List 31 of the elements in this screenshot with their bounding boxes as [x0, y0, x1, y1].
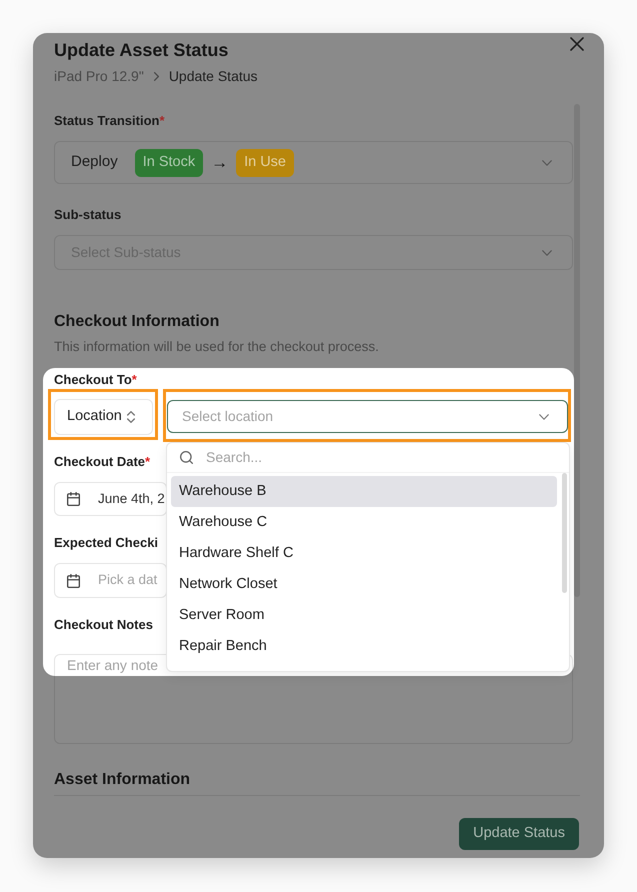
calendar-icon — [67, 574, 80, 588]
field-label: Checkout Notes — [54, 616, 153, 634]
date-picker-field[interactable]: June 4th, 2 — [54, 482, 167, 516]
location-type-select[interactable]: Location — [54, 399, 153, 435]
search-icon — [180, 451, 193, 464]
calendar-icon — [67, 492, 80, 506]
section-description: This information will be used for the checkout process. — [54, 338, 379, 356]
search-input[interactable]: Search... — [206, 447, 569, 468]
close-icon[interactable] — [570, 37, 584, 51]
field-label: Expected Checki — [54, 534, 158, 552]
field-label: Checkout To* — [54, 371, 137, 389]
field-label: Checkout Date* — [54, 453, 150, 471]
breadcrumb-item: Update Status — [168, 66, 258, 86]
chevron-right-icon — [154, 72, 159, 80]
scrollbar-thumb[interactable] — [574, 104, 580, 597]
scrollbar-thumb[interactable] — [562, 473, 567, 593]
search-field[interactable]: Search... — [167, 443, 569, 473]
dropdown-option[interactable]: Warehouse B — [171, 476, 557, 507]
chevron-down-icon — [542, 160, 552, 166]
chevron-down-icon — [539, 414, 549, 420]
status-transition-select[interactable]: Deploy In Stock → In Use — [54, 141, 573, 184]
status-badge: In Stock — [134, 148, 204, 176]
section-title: Asset Information — [54, 770, 190, 790]
field-label: Sub-status — [54, 206, 122, 224]
update-status-button[interactable]: Update Status — [459, 818, 579, 850]
field-label: Status Transition* — [54, 112, 165, 130]
chevron-down-icon — [542, 250, 552, 256]
chevrons-up-down-icon — [126, 411, 135, 423]
dialog-title: Update Asset Status — [54, 39, 228, 62]
status-badge: In Use — [236, 148, 294, 176]
section-title: Checkout Information — [54, 312, 220, 332]
